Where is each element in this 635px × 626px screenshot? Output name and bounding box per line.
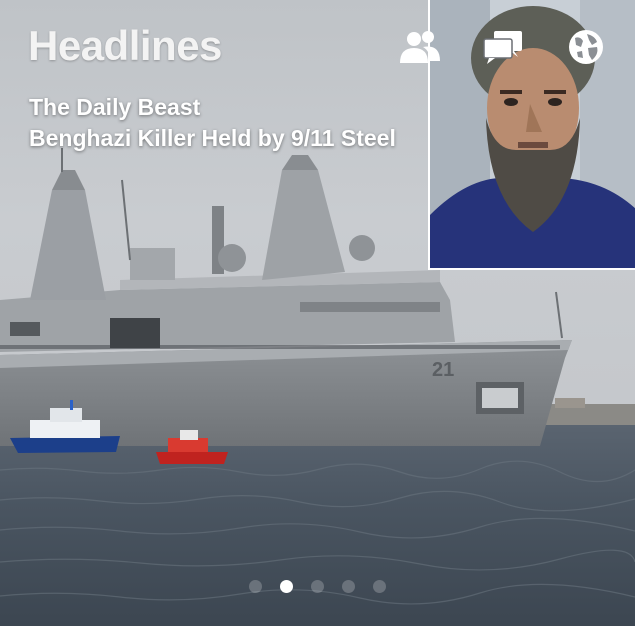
article-headline[interactable]: Benghazi Killer Held by 9/11 Steel: [29, 125, 396, 152]
people-icon: [400, 31, 440, 63]
page-dot[interactable]: [249, 580, 262, 593]
section-title: Headlines: [28, 22, 222, 69]
people-button[interactable]: [398, 26, 442, 68]
news-tile[interactable]: 21 Headlines The Daily Beast Benghazi Ki…: [0, 0, 635, 626]
page-dot[interactable]: [311, 580, 324, 593]
page-indicator[interactable]: [0, 580, 635, 593]
page-dot[interactable]: [280, 580, 293, 593]
page-dot[interactable]: [373, 580, 386, 593]
hull-number: 21: [432, 359, 454, 381]
chat-bubbles-icon: [483, 31, 522, 64]
comments-button[interactable]: [481, 26, 525, 68]
globe-button[interactable]: [564, 26, 608, 68]
globe-icon: [569, 30, 603, 64]
page-dot[interactable]: [342, 580, 355, 593]
article-source: The Daily Beast: [29, 94, 201, 120]
